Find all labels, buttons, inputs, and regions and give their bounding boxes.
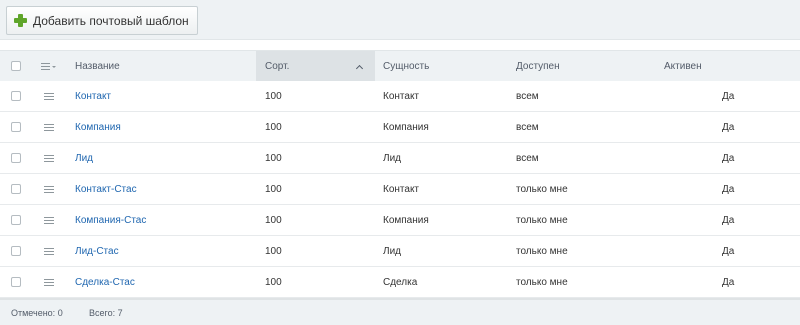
template-name-link[interactable]: Лид <box>75 143 93 173</box>
table-row[interactable]: Компания 100 Компания всем Да <box>0 112 800 143</box>
active-value: Да <box>722 183 735 195</box>
total-count: Всего: 7 <box>89 307 123 318</box>
row-checkbox[interactable] <box>11 153 21 163</box>
active-value: Да <box>722 121 735 133</box>
row-actions-menu-icon[interactable] <box>44 155 54 163</box>
toolbar: Добавить почтовый шаблон <box>0 0 800 40</box>
grid-header: Название Сорт. Сущность Доступен Активен <box>0 50 800 82</box>
row-actions-menu-icon[interactable] <box>44 93 54 101</box>
template-name-link[interactable]: Контакт <box>75 81 111 111</box>
table-row[interactable]: Сделка-Стас 100 Сделка только мне Да <box>0 267 800 298</box>
active-value: Да <box>722 214 735 226</box>
active-value: Да <box>722 276 735 288</box>
access-value: всем <box>516 121 539 133</box>
select-all-checkbox[interactable] <box>11 61 21 71</box>
column-header-sort[interactable]: Сорт. <box>265 51 289 81</box>
access-value: только мне <box>516 276 568 288</box>
entity-value: Контакт <box>383 183 420 195</box>
column-header-active[interactable]: Активен <box>664 51 702 81</box>
access-value: только мне <box>516 183 568 195</box>
template-name-link[interactable]: Лид-Стас <box>75 236 119 266</box>
template-name-link[interactable]: Контакт-Стас <box>75 174 137 204</box>
row-checkbox[interactable] <box>11 184 21 194</box>
entity-value: Компания <box>383 214 429 226</box>
sort-value: 100 <box>265 245 282 257</box>
sort-value: 100 <box>265 214 282 226</box>
access-value: всем <box>516 90 539 102</box>
active-value: Да <box>722 245 735 257</box>
sort-ascending-icon[interactable] <box>356 64 363 71</box>
add-mail-template-button[interactable]: Добавить почтовый шаблон <box>6 6 198 35</box>
table-row[interactable]: Компания-Стас 100 Компания только мне Да <box>0 205 800 236</box>
template-name-link[interactable]: Компания-Стас <box>75 205 146 235</box>
active-value: Да <box>722 90 735 102</box>
row-actions-menu-icon[interactable] <box>44 124 54 132</box>
sort-value: 100 <box>265 152 282 164</box>
row-actions-menu-icon[interactable] <box>44 186 54 194</box>
table-row[interactable]: Лид-Стас 100 Лид только мне Да <box>0 236 800 267</box>
active-value: Да <box>722 152 735 164</box>
table-row[interactable]: Контакт 100 Контакт всем Да <box>0 81 800 112</box>
entity-value: Лид <box>383 245 401 257</box>
column-header-entity[interactable]: Сущность <box>383 51 429 81</box>
template-name-link[interactable]: Сделка-Стас <box>75 267 135 297</box>
grid-footer: Отмечено: 0 Всего: 7 <box>0 298 800 325</box>
row-actions-menu-icon[interactable] <box>44 279 54 287</box>
sort-value: 100 <box>265 121 282 133</box>
row-checkbox[interactable] <box>11 122 21 132</box>
access-value: только мне <box>516 245 568 257</box>
access-value: только мне <box>516 214 568 226</box>
row-actions-menu-icon[interactable] <box>44 217 54 225</box>
selected-count: Отмечено: 0 <box>11 307 63 318</box>
sort-value: 100 <box>265 90 282 102</box>
table-row[interactable]: Лид 100 Лид всем Да <box>0 143 800 174</box>
templates-grid: Название Сорт. Сущность Доступен Активен… <box>0 50 800 325</box>
sort-value: 100 <box>265 183 282 195</box>
column-header-access[interactable]: Доступен <box>516 51 560 81</box>
table-row[interactable]: Контакт-Стас 100 Контакт только мне Да <box>0 174 800 205</box>
row-checkbox[interactable] <box>11 91 21 101</box>
row-checkbox[interactable] <box>11 215 21 225</box>
row-checkbox[interactable] <box>11 246 21 256</box>
access-value: всем <box>516 152 539 164</box>
entity-value: Лид <box>383 152 401 164</box>
template-name-link[interactable]: Компания <box>75 112 121 142</box>
row-actions-menu-icon[interactable] <box>44 248 54 256</box>
plus-icon <box>14 14 27 27</box>
column-header-name[interactable]: Название <box>75 51 120 81</box>
entity-value: Сделка <box>383 276 418 288</box>
column-settings-menu-icon[interactable] <box>41 63 57 71</box>
row-checkbox[interactable] <box>11 277 21 287</box>
entity-value: Компания <box>383 121 429 133</box>
add-mail-template-label: Добавить почтовый шаблон <box>33 13 189 28</box>
entity-value: Контакт <box>383 90 420 102</box>
sort-value: 100 <box>265 276 282 288</box>
